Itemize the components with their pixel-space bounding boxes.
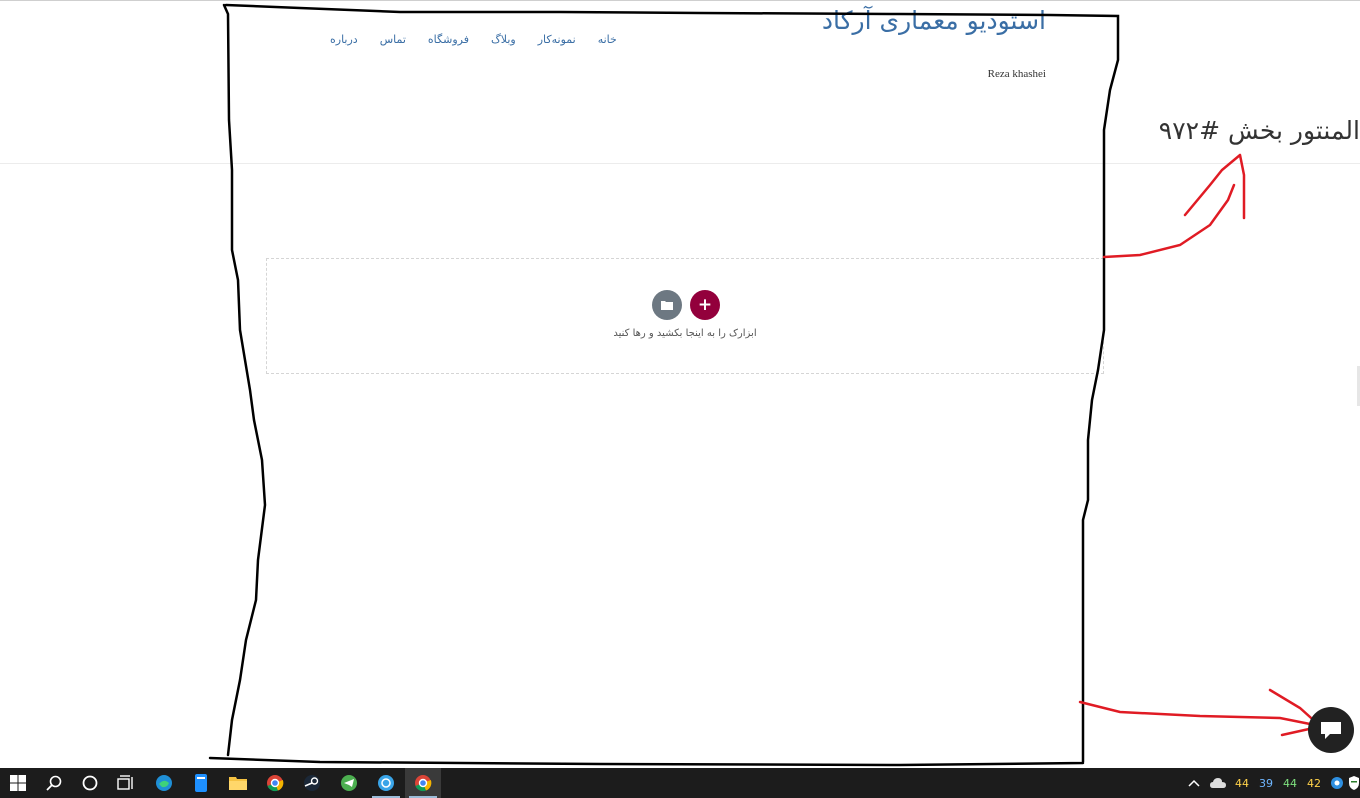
edge-icon xyxy=(156,775,172,791)
chevron-up-icon xyxy=(1188,779,1200,787)
main-nav: خانه نمونه‌کار وبلاگ فروشگاه تماس درباره xyxy=(330,33,617,51)
black-outline-stroke xyxy=(208,3,1120,767)
browser-page: استودیو معماری آرکاد Reza khashei خانه ن… xyxy=(0,0,1360,768)
nav-item-about[interactable]: درباره xyxy=(330,33,358,51)
temp-reading-2: 39 xyxy=(1259,776,1273,790)
weather-button[interactable] xyxy=(1206,768,1230,798)
search-button[interactable] xyxy=(36,768,72,798)
edge-button[interactable] xyxy=(146,768,182,798)
security-status-button[interactable] xyxy=(1348,768,1360,798)
vpn-button[interactable] xyxy=(368,768,404,798)
network-status-button[interactable] xyxy=(1326,768,1348,798)
steam-button[interactable] xyxy=(294,768,330,798)
drop-hint: ابزارک را به اینجا بکشید و رها کنید xyxy=(613,328,757,339)
red-arrow-heading xyxy=(1102,153,1246,259)
add-section-button[interactable]: + xyxy=(690,290,720,320)
notes-button[interactable] xyxy=(183,768,219,798)
vpn-icon xyxy=(378,775,394,791)
cortana-button[interactable] xyxy=(72,768,108,798)
site-title[interactable]: استودیو معماری آرکاد xyxy=(786,6,1046,36)
windows-taskbar: 44 39 44 42 xyxy=(0,768,1360,798)
plus-icon: + xyxy=(697,294,713,315)
file-explorer-button[interactable] xyxy=(220,768,256,798)
annotation-overlay xyxy=(208,3,1322,767)
search-icon xyxy=(46,775,62,791)
steam-icon xyxy=(304,775,320,791)
chat-button[interactable] xyxy=(1308,707,1354,753)
task-view-icon xyxy=(117,775,133,790)
header-divider xyxy=(0,163,1360,164)
chrome-active-icon xyxy=(415,775,432,792)
temp-reading-4: 42 xyxy=(1307,776,1321,790)
page-heading: المنتور بخش #۹۷۲ xyxy=(1158,116,1360,145)
top-border xyxy=(0,0,1360,1)
network-icon xyxy=(1331,777,1343,789)
chrome-button[interactable] xyxy=(257,768,293,798)
cloud-icon xyxy=(1210,778,1226,788)
system-tray: 44 39 44 42 xyxy=(1182,768,1360,798)
chat-icon xyxy=(1321,722,1341,739)
cortana-icon xyxy=(82,775,98,791)
windows-start-icon xyxy=(10,775,26,791)
notes-icon xyxy=(195,774,207,792)
show-hidden-icons-button[interactable] xyxy=(1182,768,1206,798)
telegram-button[interactable] xyxy=(331,768,367,798)
folder-icon xyxy=(661,301,673,310)
temp-reading-3: 44 xyxy=(1283,776,1297,790)
telegram-icon xyxy=(341,775,357,791)
chrome-icon xyxy=(267,775,284,792)
nav-item-home[interactable]: خانه xyxy=(598,33,617,51)
red-arrow-chat xyxy=(1078,688,1322,737)
add-template-button[interactable] xyxy=(652,290,682,320)
temp-reading-1: 44 xyxy=(1235,776,1249,790)
file-explorer-icon xyxy=(229,777,247,790)
nav-item-portfolio[interactable]: نمونه‌کار xyxy=(538,33,576,51)
site-tagline: Reza khashei xyxy=(987,68,1046,80)
shield-icon xyxy=(1349,776,1359,790)
nav-item-contact[interactable]: تماس xyxy=(380,33,406,51)
nav-item-shop[interactable]: فروشگاه xyxy=(428,33,469,51)
elementor-drop-zone[interactable] xyxy=(266,258,1104,374)
nav-item-blog[interactable]: وبلاگ xyxy=(491,33,516,51)
chrome-active-button[interactable] xyxy=(405,768,441,798)
task-view-button[interactable] xyxy=(108,768,144,798)
windows-start-button[interactable] xyxy=(0,768,36,798)
